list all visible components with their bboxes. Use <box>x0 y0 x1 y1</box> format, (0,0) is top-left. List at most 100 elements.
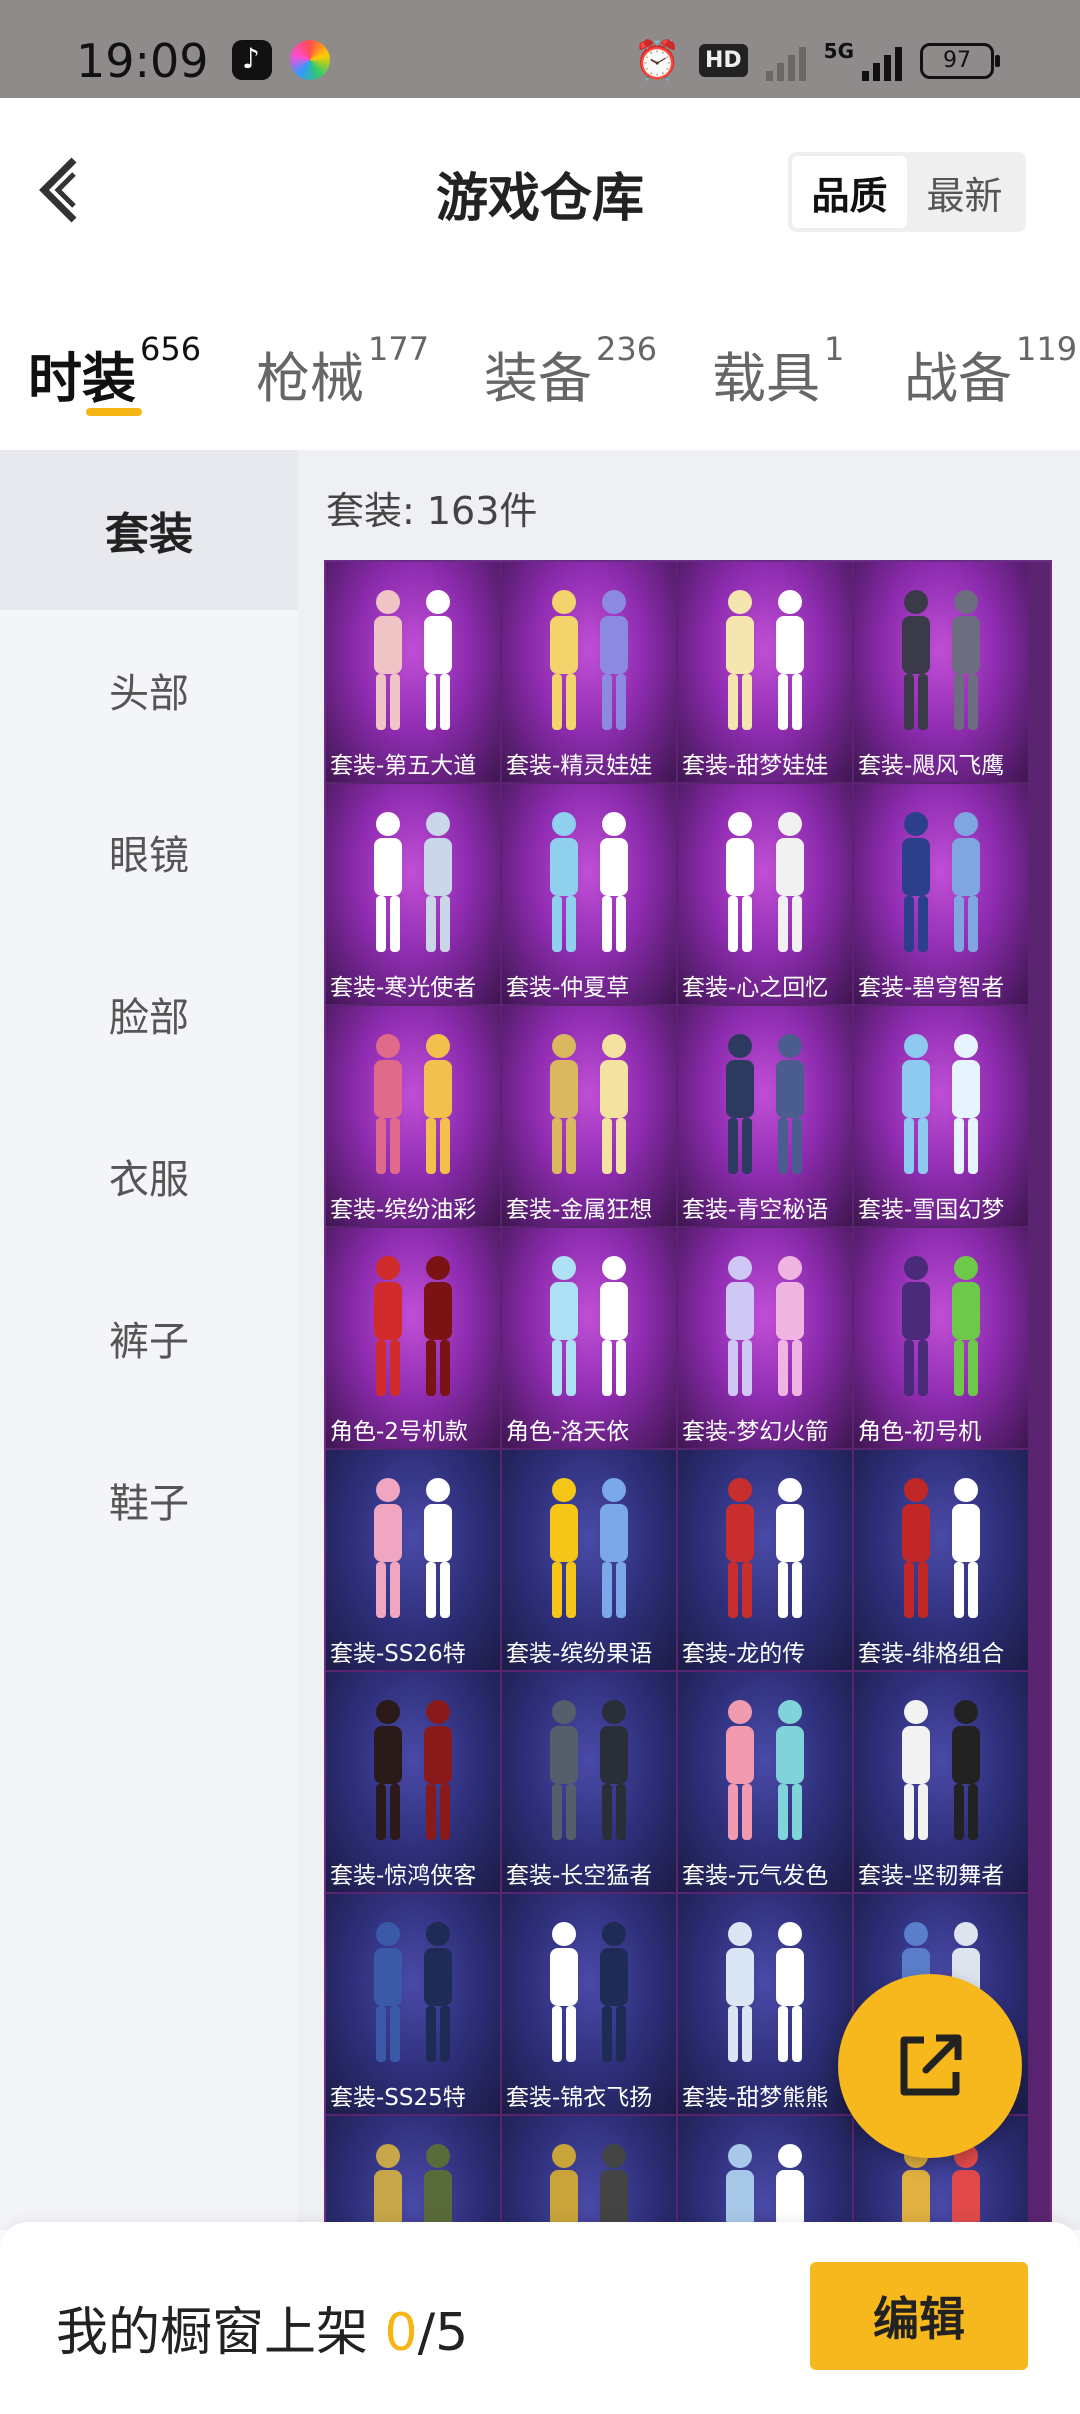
outfit-item[interactable]: 套装-坚韧舞者 <box>854 1672 1028 1892</box>
outfit-thumbnail <box>524 1912 654 2086</box>
5g-signal-icon <box>862 41 902 81</box>
tab-equipment[interactable]: 装备 236 <box>484 330 657 413</box>
outfit-thumbnail <box>700 1912 830 2086</box>
status-icons: ⏰ HD 5G 97 <box>634 38 1000 83</box>
color-app-icon <box>290 40 330 80</box>
outfit-name: 套装-第五大道 <box>330 753 477 779</box>
sidebar-item-pants[interactable]: 裤子 <box>0 1258 298 1418</box>
tab-count: 1 <box>824 330 845 368</box>
outfit-item[interactable]: 套装-SS25特 <box>326 1894 500 2114</box>
outfit-thumbnail <box>524 1468 654 1642</box>
outfit-name: 套装-碧穹智者 <box>858 975 1005 1001</box>
outfit-item[interactable]: 套装-SS26特 <box>326 1450 500 1670</box>
content-area: 套装 头部 眼镜 脸部 衣服 裤子 鞋子 套装: 163件 套装-第五大道 套装-… <box>0 450 1080 2338</box>
outfit-name: 套装-梦幻火箭 <box>682 1419 829 1445</box>
outfit-thumbnail <box>876 1690 1006 1864</box>
outfit-item[interactable]: 套装-仲夏草 <box>502 784 676 1004</box>
sort-newest-button[interactable]: 最新 <box>907 156 1022 228</box>
outfit-thumbnail <box>700 802 830 976</box>
sidebar-item-clothes[interactable]: 衣服 <box>0 1096 298 1256</box>
category-tabs: 时装 656 枪械 177 装备 236 载具 1 战备 119 <box>0 298 1080 450</box>
sidebar-item-face[interactable]: 脸部 <box>0 934 298 1094</box>
outfit-item[interactable]: 套装-锦衣飞扬 <box>502 1894 676 2114</box>
outfit-thumbnail <box>876 580 1006 754</box>
tab-vehicles[interactable]: 载具 1 <box>712 330 844 413</box>
outfit-thumbnail <box>700 1468 830 1642</box>
outfit-name: 套装-寒光使者 <box>330 975 477 1001</box>
outfit-name: 套装-缤纷果语 <box>506 1641 653 1667</box>
outfit-item[interactable]: 套装-龙的传 <box>678 1450 852 1670</box>
signal-icon <box>765 41 806 81</box>
outfit-thumbnail <box>700 1246 830 1420</box>
outfit-thumbnail <box>348 1468 478 1642</box>
showcase-current: 0 <box>384 2303 418 2363</box>
outfit-item[interactable]: 套装-惊鸿侠客 <box>326 1672 500 1892</box>
tab-guns[interactable]: 枪械 177 <box>256 330 429 413</box>
outfit-name: 套装-惊鸿侠客 <box>330 1863 477 1889</box>
sidebar: 套装 头部 眼镜 脸部 衣服 裤子 鞋子 <box>0 450 298 2230</box>
outfit-item[interactable]: 套装-心之回忆 <box>678 784 852 1004</box>
outfit-name: 套装-心之回忆 <box>682 975 829 1001</box>
outfit-item[interactable]: 套装-雪国幻梦 <box>854 1006 1028 1226</box>
outfit-item[interactable]: 套装-寒光使者 <box>326 784 500 1004</box>
outfit-item[interactable]: 套装-碧穹智者 <box>854 784 1028 1004</box>
outfit-item[interactable]: 套装-绯格组合 <box>854 1450 1028 1670</box>
sidebar-item-shoes[interactable]: 鞋子 <box>0 1420 298 1580</box>
outfit-item[interactable]: 角色-洛天依 <box>502 1228 676 1448</box>
outfit-thumbnail <box>876 1246 1006 1420</box>
sidebar-item-suits[interactable]: 套装 <box>0 450 298 610</box>
share-button[interactable] <box>838 1974 1022 2158</box>
outfit-name: 套装-仲夏草 <box>506 975 630 1001</box>
outfit-thumbnail <box>524 1024 654 1198</box>
outfit-thumbnail <box>700 1690 830 1864</box>
outfit-thumbnail <box>348 802 478 976</box>
tab-label: 装备 <box>484 347 592 410</box>
battery-icon: 97 <box>920 42 1000 79</box>
outfit-item[interactable]: 套装-飓风飞鹰 <box>854 562 1028 782</box>
sidebar-item-glasses[interactable]: 眼镜 <box>0 772 298 932</box>
tab-fashion[interactable]: 时装 656 <box>28 330 201 413</box>
outfit-name: 套装-锦衣飞扬 <box>506 2085 653 2111</box>
outfit-item[interactable]: 套装-梦幻火箭 <box>678 1228 852 1448</box>
tab-label: 时装 <box>28 347 136 410</box>
outfit-name: 套装-绯格组合 <box>858 1641 1005 1667</box>
outfit-item[interactable]: 套装-缤纷油彩 <box>326 1006 500 1226</box>
outfit-item[interactable]: 角色-初号机 <box>854 1228 1028 1448</box>
tiktok-icon <box>232 40 272 80</box>
outfit-thumbnail <box>524 802 654 976</box>
outfit-item[interactable]: 套装-甜梦娃娃 <box>678 562 852 782</box>
sort-quality-button[interactable]: 品质 <box>792 156 907 228</box>
hd-icon: HD <box>698 44 748 77</box>
outfit-item[interactable]: 套装-青空秘语 <box>678 1006 852 1226</box>
outfit-thumbnail <box>348 1912 478 2086</box>
edit-button[interactable]: 编辑 <box>810 2262 1028 2370</box>
sidebar-item-head[interactable]: 头部 <box>0 610 298 770</box>
outfit-name: 套装-SS25特 <box>330 2085 466 2111</box>
tab-supplies[interactable]: 战备 119 <box>904 330 1077 413</box>
outfit-item[interactable]: 套装-长空猛者 <box>502 1672 676 1892</box>
showcase-total: /5 <box>417 2303 469 2363</box>
tab-label: 枪械 <box>256 347 364 410</box>
outfit-item[interactable]: 套装-第五大道 <box>326 562 500 782</box>
outfit-item[interactable]: 套装-金属狂想 <box>502 1006 676 1226</box>
outfit-thumbnail <box>348 580 478 754</box>
outfit-item[interactable]: 套装-精灵娃娃 <box>502 562 676 782</box>
tab-count: 236 <box>596 330 658 368</box>
header: 游戏仓库 品质 最新 <box>0 98 1080 298</box>
outfit-name: 套装-长空猛者 <box>506 1863 653 1889</box>
outfit-thumbnail <box>700 580 830 754</box>
outfit-item[interactable]: 套装-甜梦熊熊 <box>678 1894 852 2114</box>
outfit-item[interactable]: 套装-缤纷果语 <box>502 1450 676 1670</box>
outfit-name: 套装-金属狂想 <box>506 1197 653 1223</box>
tab-count: 656 <box>140 330 202 368</box>
outfit-name: 套装-坚韧舞者 <box>858 1863 1005 1889</box>
tab-count: 177 <box>368 330 430 368</box>
tab-count: 119 <box>1016 330 1078 368</box>
tab-label: 战备 <box>904 347 1012 410</box>
outfit-name: 套装-甜梦娃娃 <box>682 753 829 779</box>
showcase-text: 我的橱窗上架 <box>56 2303 385 2363</box>
outfit-name: 套装-飓风飞鹰 <box>858 753 1005 779</box>
outfit-item[interactable]: 套装-元气发色 <box>678 1672 852 1892</box>
outfit-item[interactable]: 角色-2号机款 <box>326 1228 500 1448</box>
outfit-name: 套装-甜梦熊熊 <box>682 2085 829 2111</box>
